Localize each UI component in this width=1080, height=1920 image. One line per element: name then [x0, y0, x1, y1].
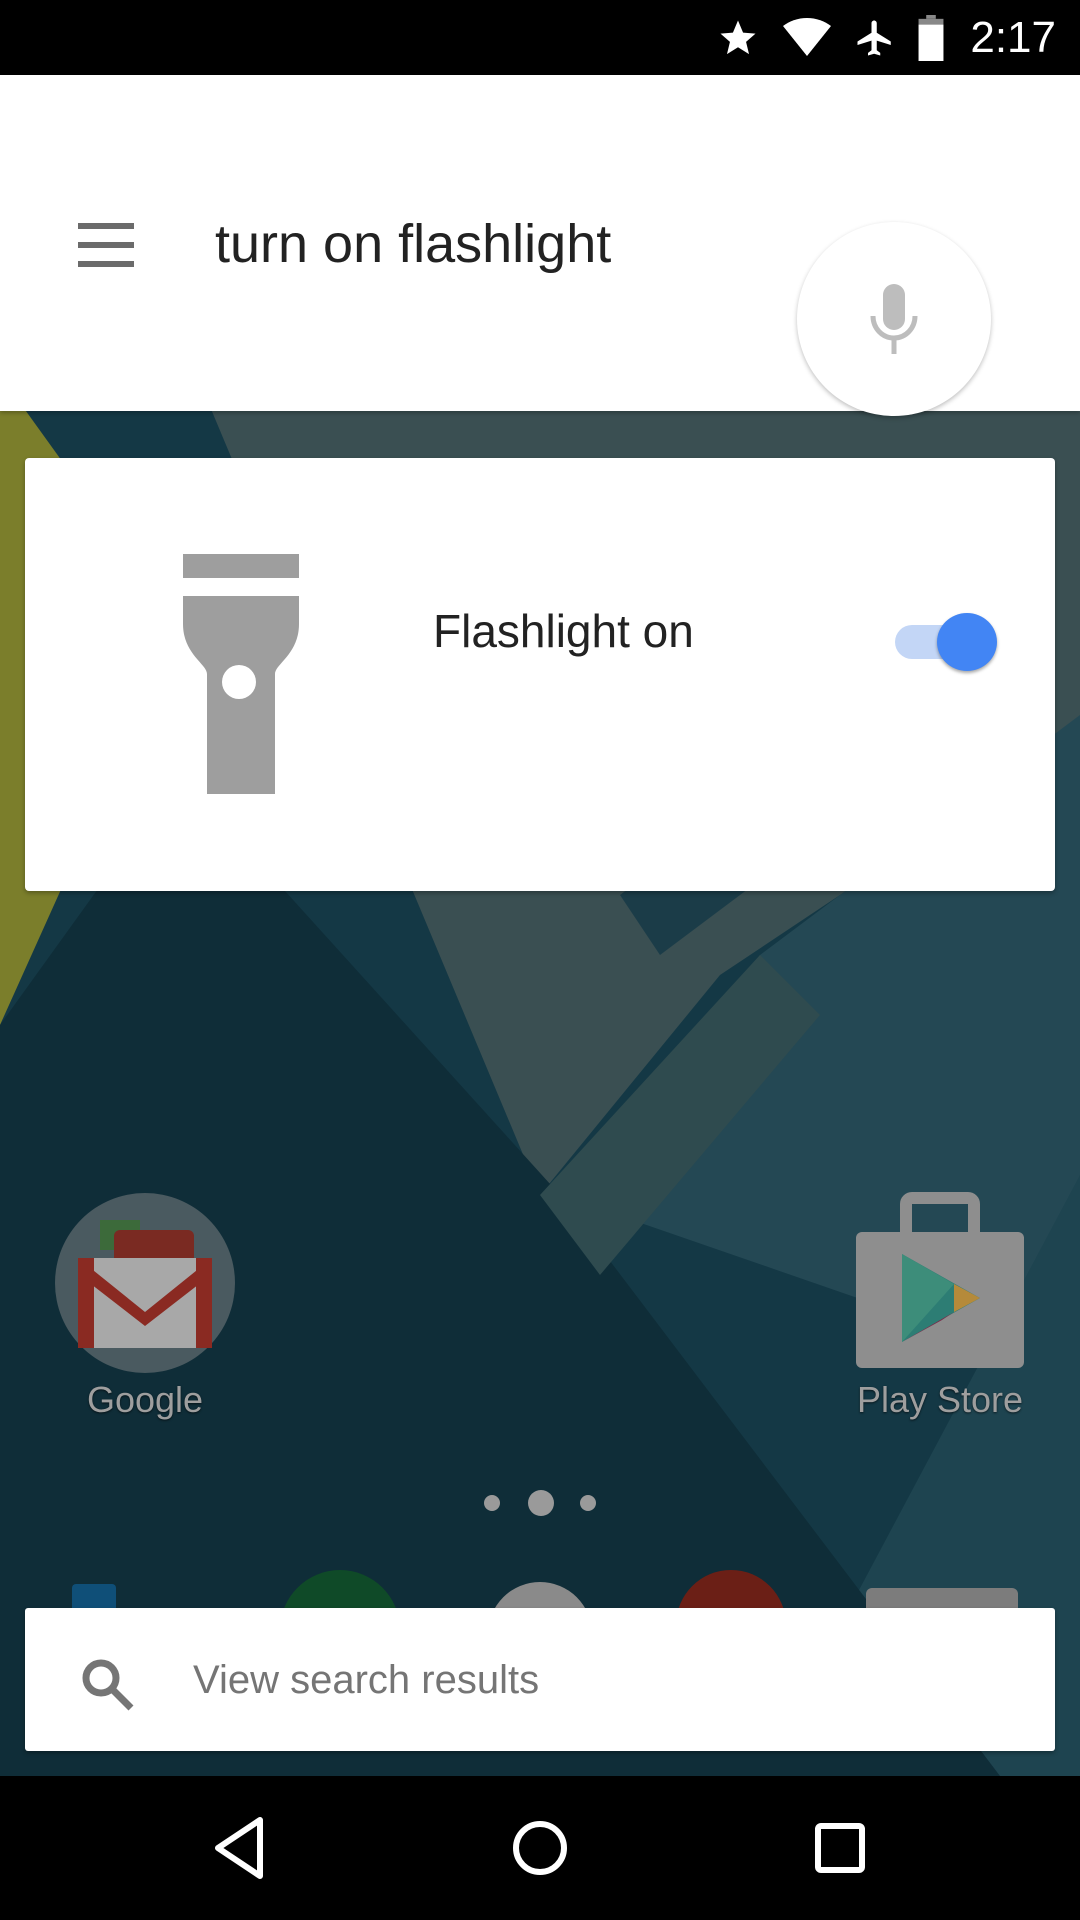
microphone-icon — [870, 284, 918, 354]
app-play-store[interactable]: Play Store — [845, 1192, 1035, 1421]
toggle-thumb — [937, 613, 997, 671]
flashlight-card: Flashlight on — [25, 458, 1055, 891]
microphone-button[interactable] — [797, 222, 991, 416]
home-button[interactable] — [504, 1812, 576, 1884]
wifi-icon — [783, 17, 832, 56]
google-folder-icon — [55, 1193, 235, 1373]
query-text[interactable]: turn on flashlight — [215, 213, 611, 275]
app-label: Play Store — [856, 1379, 1024, 1420]
voice-query-header: turn on flashlight — [0, 75, 1080, 416]
home-icon — [513, 1821, 567, 1875]
view-search-results-label: View search results — [193, 1658, 540, 1702]
app-label: Google — [86, 1379, 204, 1420]
view-search-results-button[interactable]: View search results — [25, 1608, 1055, 1751]
app-google[interactable]: Google — [50, 1192, 240, 1421]
navigation-bar — [0, 1776, 1080, 1920]
search-icon — [82, 1659, 134, 1711]
flashlight-status-label: Flashlight on — [433, 605, 694, 657]
status-clock: 2:17 — [970, 12, 1056, 62]
dock-phone-icon[interactable] — [72, 1584, 116, 1610]
page-dot — [580, 1495, 596, 1511]
status-bar: 2:17 — [0, 0, 1080, 75]
dock-chrome-icon[interactable] — [676, 1570, 786, 1610]
airplane-mode-icon — [857, 20, 892, 55]
dock-hangouts-icon[interactable] — [280, 1570, 400, 1610]
star-icon — [720, 20, 756, 54]
play-store-icon — [856, 1192, 1024, 1368]
back-icon — [215, 1817, 263, 1879]
dock-apps-icon[interactable] — [488, 1582, 592, 1610]
recents-button[interactable] — [804, 1812, 876, 1884]
dock-camera-icon[interactable] — [866, 1588, 1018, 1610]
menu-button[interactable] — [78, 223, 136, 267]
page-dot-active — [528, 1490, 554, 1516]
back-button[interactable] — [206, 1812, 278, 1884]
battery-icon — [918, 14, 944, 61]
flashlight-icon — [183, 554, 299, 794]
page-dot — [484, 1495, 500, 1511]
dock — [0, 1570, 1080, 1610]
hamburger-menu-icon — [78, 223, 134, 229]
page-indicator — [480, 1490, 600, 1516]
recents-icon — [815, 1823, 865, 1873]
flashlight-toggle[interactable] — [870, 611, 1000, 671]
